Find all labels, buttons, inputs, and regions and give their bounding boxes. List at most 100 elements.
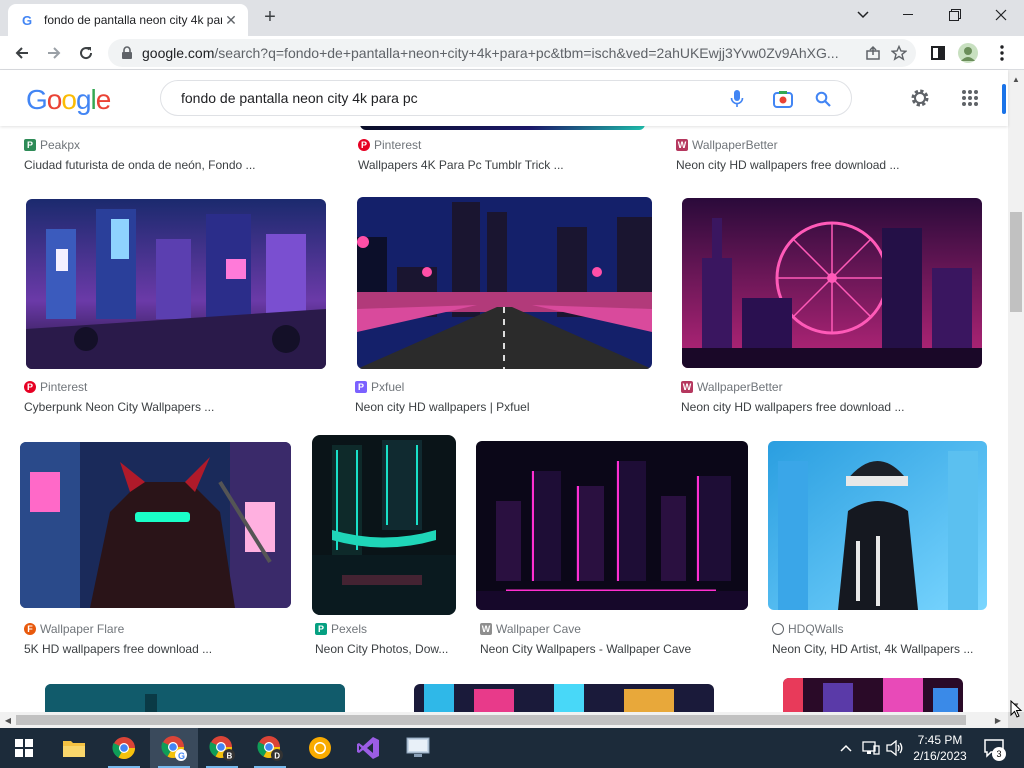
search-box[interactable]: fondo de pantalla neon city 4k para pc: [160, 80, 852, 116]
result-source[interactable]: P Pinterest: [358, 138, 421, 152]
scroll-up-arrow-icon[interactable]: ▲: [1008, 72, 1024, 86]
sign-in-button-edge[interactable]: [1002, 84, 1006, 114]
result-thumbnail[interactable]: [312, 435, 456, 615]
result-source[interactable]: W WallpaperBetter: [681, 380, 783, 394]
apps-grid-icon[interactable]: [958, 86, 982, 110]
close-window-button[interactable]: [978, 0, 1024, 30]
result-thumbnail[interactable]: [783, 678, 963, 712]
camera-lens-icon[interactable]: [773, 89, 793, 109]
start-button[interactable]: [0, 728, 48, 768]
result-title[interactable]: Neon City, HD Artist, 4k Wallpapers ...: [772, 642, 987, 656]
result-source[interactable]: P Pexels: [315, 622, 367, 636]
svg-text:G: G: [22, 13, 32, 27]
system-clock[interactable]: 7:45 PM 2/16/2023: [908, 732, 972, 764]
scroll-right-arrow-icon[interactable]: ▶: [990, 712, 1006, 728]
logo-letter: o: [61, 84, 77, 115]
result-thumbnail[interactable]: [357, 197, 652, 369]
restore-button[interactable]: [932, 0, 978, 30]
settings-gear-icon[interactable]: [908, 86, 932, 110]
reload-icon[interactable]: [72, 39, 100, 67]
vertical-scrollbar[interactable]: [1008, 70, 1024, 712]
result-thumbnail[interactable]: [768, 441, 987, 610]
volume-icon[interactable]: [884, 728, 906, 768]
result-title[interactable]: Ciudad futurista de onda de neón, Fondo …: [24, 158, 324, 172]
result-title[interactable]: Neon City Wallpapers - Wallpaper Cave: [480, 642, 750, 656]
url-path: /search?q=fondo+de+pantalla+neon+city+4k…: [214, 45, 839, 61]
svg-text:B: B: [227, 752, 233, 761]
result-title[interactable]: 5K HD wallpapers free download ...: [24, 642, 294, 656]
result-source[interactable]: W WallpaperBetter: [676, 138, 778, 152]
google-logo[interactable]: Google: [26, 84, 111, 116]
result-title[interactable]: Neon city HD wallpapers | Pxfuel: [355, 400, 655, 414]
minimize-button[interactable]: [885, 0, 931, 30]
result-thumbnail[interactable]: [26, 199, 326, 369]
browser-tab[interactable]: G fondo de pantalla neon city 4k para pc…: [8, 4, 248, 36]
result-title[interactable]: Wallpapers 4K Para Pc Tumblr Trick ...: [358, 158, 658, 172]
wallpaperbetter-icon: W: [676, 139, 688, 151]
result-thumbnail[interactable]: [476, 441, 748, 610]
tab-title: fondo de pantalla neon city 4k para pc -…: [44, 13, 222, 27]
source-label: Wallpaper Cave: [496, 622, 581, 636]
result-thumbnail[interactable]: [45, 684, 345, 712]
result-title[interactable]: Neon City Photos, Dow...: [315, 642, 455, 656]
wallpaper-cave-icon: W: [480, 623, 492, 635]
chrome-profile-d-icon[interactable]: D: [246, 728, 294, 768]
result-source[interactable]: P Pinterest: [24, 380, 87, 394]
result-source[interactable]: P Pxfuel: [355, 380, 404, 394]
pinterest-icon: P: [358, 139, 370, 151]
result-source[interactable]: P Peakpx: [24, 138, 80, 152]
globe-icon: [772, 623, 784, 635]
chrome-icon[interactable]: [100, 728, 148, 768]
lock-icon[interactable]: [120, 46, 134, 60]
microphone-icon[interactable]: [727, 89, 747, 109]
url-host: google.com: [142, 45, 215, 61]
result-title[interactable]: Neon city HD wallpapers free download ..…: [681, 400, 981, 414]
network-icon[interactable]: [860, 728, 882, 768]
clock-time: 7:45 PM: [917, 733, 963, 747]
address-bar[interactable]: google.com/search?q=fondo+de+pantalla+ne…: [108, 39, 916, 67]
mouse-cursor-icon: [1010, 700, 1023, 718]
source-label: Wallpaper Flare: [40, 622, 125, 636]
result-title[interactable]: Cyberpunk Neon City Wallpapers ...: [24, 400, 324, 414]
forward-arrow-icon[interactable]: [40, 39, 68, 67]
google-header: Google fondo de pantalla neon city 4k pa…: [0, 70, 1008, 126]
result-thumbnail[interactable]: [360, 126, 645, 130]
result-thumbnail[interactable]: [682, 198, 982, 368]
logo-letter: g: [75, 84, 92, 115]
back-arrow-icon[interactable]: [8, 39, 36, 67]
result-source[interactable]: F Wallpaper Flare: [24, 622, 124, 636]
tab-close-icon[interactable]: ✕: [222, 11, 240, 29]
side-panel-icon[interactable]: [924, 39, 952, 67]
url-text: google.com/search?q=fondo+de+pantalla+ne…: [142, 45, 842, 61]
tab-search-chevron-icon[interactable]: [840, 0, 886, 30]
peakpx-icon: P: [24, 139, 36, 151]
share-icon[interactable]: [864, 44, 882, 62]
result-source[interactable]: W Wallpaper Cave: [480, 622, 581, 636]
svg-text:G: G: [178, 751, 185, 761]
result-thumbnail[interactable]: [20, 442, 291, 608]
search-input[interactable]: fondo de pantalla neon city 4k para pc: [181, 90, 851, 106]
tray-overflow-chevron-icon[interactable]: [836, 728, 856, 768]
horizontal-scrollbar-thumb[interactable]: [16, 715, 966, 725]
vertical-scrollbar-thumb[interactable]: [1010, 212, 1022, 312]
chrome-canary-icon[interactable]: [296, 728, 344, 768]
source-label: Peakpx: [40, 138, 81, 152]
result-source[interactable]: HDQWalls: [772, 622, 844, 636]
profile-avatar[interactable]: [954, 39, 982, 67]
result-thumbnail[interactable]: [414, 684, 714, 712]
result-title[interactable]: Neon city HD wallpapers free download ..…: [676, 158, 976, 172]
new-tab-button[interactable]: +: [260, 6, 280, 28]
browser-toolbar: google.com/search?q=fondo+de+pantalla+ne…: [0, 36, 1024, 70]
chrome-profile-g-icon[interactable]: G: [150, 728, 198, 768]
search-icon[interactable]: [813, 89, 833, 109]
chrome-profile-b-icon[interactable]: B: [198, 728, 246, 768]
menu-kebab-icon[interactable]: [988, 39, 1016, 67]
bookmark-star-icon[interactable]: [890, 44, 908, 62]
pexels-icon: P: [315, 623, 327, 635]
remote-desktop-icon[interactable]: [394, 728, 442, 768]
scroll-left-arrow-icon[interactable]: ◀: [0, 712, 16, 728]
image-results-grid: P Peakpx Ciudad futurista de onda de neó…: [0, 126, 1008, 712]
file-explorer-icon[interactable]: [50, 728, 98, 768]
visual-studio-icon[interactable]: [344, 728, 392, 768]
logo-letter: G: [26, 84, 48, 115]
